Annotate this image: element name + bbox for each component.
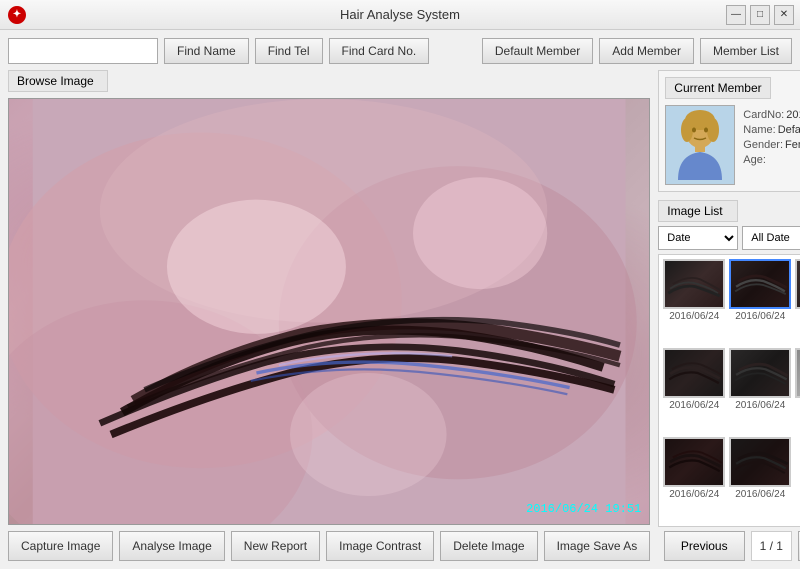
card-no-value: 201606001 [786, 109, 800, 121]
thumbnail-image-1 [663, 259, 725, 309]
thumbnail-item-8[interactable]: 2016/06/24 [729, 437, 791, 522]
thumbnail-date-8: 2016/06/24 [735, 489, 785, 500]
new-report-button[interactable]: New Report [231, 531, 320, 561]
thumbnail-image-5 [729, 348, 791, 398]
name-row: Name: Default [743, 124, 800, 136]
image-timestamp: 2016/06/24 19:51 [526, 502, 641, 516]
thumbnail-date-4: 2016/06/24 [669, 400, 719, 411]
find-tel-button[interactable]: Find Tel [255, 38, 323, 64]
thumbnail-date-2: 2016/06/24 [735, 311, 785, 322]
card-no-label: CardNo: [743, 109, 784, 121]
image-save-as-button[interactable]: Image Save As [544, 531, 651, 561]
date-filter-select[interactable]: Date [658, 226, 738, 250]
previous-button[interactable]: Previous [664, 531, 745, 561]
thumbnail-image-6 [795, 348, 800, 398]
thumbnail-date-1: 2016/06/24 [669, 311, 719, 322]
find-name-button[interactable]: Find Name [164, 38, 249, 64]
hair-strands [9, 99, 649, 524]
all-date-filter-select[interactable]: All Date [742, 226, 800, 250]
top-toolbar: Find Name Find Tel Find Card No. Default… [8, 38, 792, 64]
current-member-section: Current Member [658, 70, 800, 192]
member-info: CardNo: 201606001 Name: Default Gender: … [659, 99, 800, 191]
capture-image-button[interactable]: Capture Image [8, 531, 113, 561]
thumbnail-image-8 [729, 437, 791, 487]
thumbnail-date-5: 2016/06/24 [735, 400, 785, 411]
thumbnail-item-5[interactable]: 2016/06/24 [729, 348, 791, 433]
member-details: CardNo: 201606001 Name: Default Gender: … [743, 105, 800, 185]
app-logo: ✦ [8, 6, 26, 24]
window-controls: — □ ✕ [726, 5, 794, 25]
thumbnail-item-3[interactable]: 2016/06/24 [795, 259, 800, 344]
add-member-button[interactable]: Add Member [599, 38, 694, 64]
thumbnail-image-7 [663, 437, 725, 487]
delete-image-button[interactable]: Delete Image [440, 531, 537, 561]
filter-row: Date All Date [658, 226, 800, 250]
page-info: 1 / 1 [751, 531, 792, 561]
member-list-button[interactable]: Member List [700, 38, 792, 64]
name-value: Default [778, 124, 800, 136]
card-no-row: CardNo: 201606001 [743, 109, 800, 121]
thumbnail-item-6[interactable]: 2016/06/24 [795, 348, 800, 433]
age-row: Age: [743, 154, 800, 166]
left-panel: Browse Image [8, 70, 650, 561]
gender-row: Gender: Female [743, 139, 800, 151]
app-title: Hair Analyse System [340, 7, 460, 22]
image-list-section: Image List Date All Date 2016/ [658, 200, 800, 561]
gender-value: Female [785, 139, 800, 151]
member-avatar-container [665, 105, 735, 185]
thumbnail-image-2 [729, 259, 791, 309]
content-area: Browse Image [8, 70, 792, 561]
thumbnail-date-7: 2016/06/24 [669, 489, 719, 500]
right-panel: Current Member [658, 70, 800, 561]
title-bar: ✦ Hair Analyse System — □ ✕ [0, 0, 800, 30]
thumbnail-item-2[interactable]: 2016/06/24 [729, 259, 791, 344]
close-button[interactable]: ✕ [774, 5, 794, 25]
main-area: Find Name Find Tel Find Card No. Default… [0, 30, 800, 569]
hair-image [9, 99, 649, 524]
thumbnail-grid: 2016/06/24 2016/06/24 2016/06/24 [658, 254, 800, 527]
image-contrast-button[interactable]: Image Contrast [326, 531, 434, 561]
thumbnail-item-1[interactable]: 2016/06/24 [663, 259, 725, 344]
analyse-image-button[interactable]: Analyse Image [119, 531, 224, 561]
search-input[interactable] [8, 38, 158, 64]
main-image-area: 2016/06/24 19:51 [8, 98, 650, 525]
image-list-label: Image List [658, 200, 738, 222]
gender-label: Gender: [743, 139, 783, 151]
minimize-button[interactable]: — [726, 5, 746, 25]
thumbnail-image-3 [795, 259, 800, 309]
pagination: Previous 1 / 1 Next [658, 531, 800, 561]
bottom-toolbar: Capture Image Analyse Image New Report I… [8, 531, 650, 561]
thumbnail-item-7[interactable]: 2016/06/24 [663, 437, 725, 522]
default-member-button[interactable]: Default Member [482, 38, 593, 64]
thumbnail-item-4[interactable]: 2016/06/24 [663, 348, 725, 433]
avatar [673, 110, 728, 180]
thumbnail-image-4 [663, 348, 725, 398]
name-label: Name: [743, 124, 775, 136]
maximize-button[interactable]: □ [750, 5, 770, 25]
current-member-label: Current Member [665, 77, 770, 99]
age-label: Age: [743, 154, 766, 166]
browse-image-label: Browse Image [8, 70, 108, 92]
find-card-no-button[interactable]: Find Card No. [329, 38, 430, 64]
